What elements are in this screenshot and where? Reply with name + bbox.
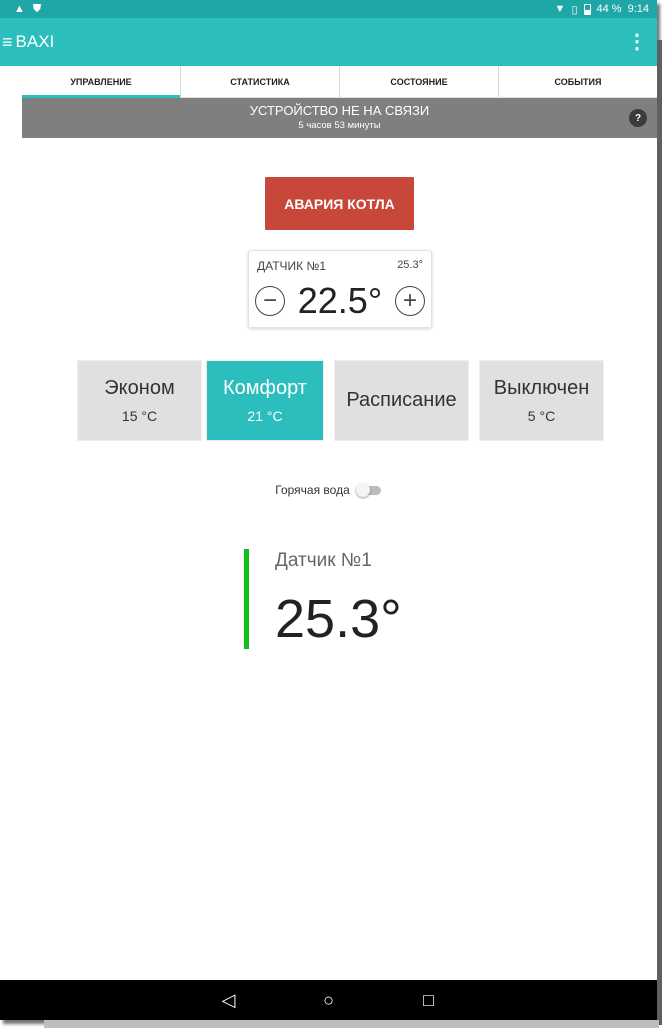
screen-shadow-right bbox=[657, 40, 662, 1025]
app-bar: ≡ BAXI ⋮ bbox=[0, 18, 657, 66]
status-bar: ▲ ⛊ ▼ ▯ 44 % 9:14 bbox=[0, 0, 657, 18]
mode-off-temp: 5 °C bbox=[527, 408, 556, 424]
app-title: BAXI bbox=[15, 32, 55, 51]
mode-comfort-button[interactable]: Комфорт 21 °C bbox=[206, 360, 324, 441]
tab-control-label: УПРАВЛЕНИЕ bbox=[70, 76, 132, 87]
status-right: ▼ ▯ 44 % 9:14 bbox=[555, 3, 649, 16]
help-icon[interactable]: ? bbox=[629, 109, 647, 127]
mode-economy-button[interactable]: Эконом 15 °C bbox=[77, 360, 202, 441]
mode-schedule-name: Расписание bbox=[346, 389, 457, 411]
recents-icon[interactable]: □ bbox=[419, 990, 439, 1011]
tab-statistics-label: СТАТИСТИКА bbox=[230, 76, 290, 87]
toggle-thumb bbox=[355, 483, 370, 497]
hot-water-toggle[interactable] bbox=[355, 483, 382, 497]
sensor-status-indicator bbox=[244, 549, 249, 649]
battery-percent: 44 % bbox=[596, 3, 622, 15]
tab-bar: УПРАВЛЕНИЕ СТАТИСТИКА СОСТОЯНИЕ СОБЫТИЯ bbox=[22, 66, 657, 98]
more-vert-icon[interactable]: ⋮ bbox=[627, 32, 647, 52]
tab-status-label: СОСТОЯНИЕ bbox=[390, 76, 448, 87]
mode-schedule-button[interactable]: Расписание bbox=[334, 360, 469, 441]
mode-comfort-temp: 21 °C bbox=[247, 408, 283, 424]
app-title-wrap: ≡ BAXI bbox=[2, 32, 54, 52]
warning-icon: ▲ bbox=[14, 3, 25, 15]
hot-water-label: Горячая вода bbox=[275, 483, 350, 497]
tab-events[interactable]: СОБЫТИЯ bbox=[499, 66, 657, 97]
tab-statistics[interactable]: СТАТИСТИКА bbox=[181, 66, 340, 97]
mode-comfort-name: Комфорт bbox=[223, 377, 307, 399]
menu-icon[interactable]: ≡ bbox=[2, 33, 13, 51]
hot-water-row: Горячая вода bbox=[0, 480, 657, 500]
mode-economy-temp: 15 °C bbox=[121, 408, 158, 424]
offline-banner: УСТРОЙСТВО НЕ НА СВЯЗИ 5 часов 53 минуты… bbox=[22, 98, 657, 138]
home-icon[interactable]: ○ bbox=[319, 990, 339, 1011]
sensor-reading-value: 25.3° bbox=[275, 589, 402, 649]
clock: 9:14 bbox=[627, 3, 649, 15]
boiler-alarm-button[interactable]: АВАРИЯ КОТЛА bbox=[265, 177, 414, 230]
tab-status[interactable]: СОСТОЯНИЕ bbox=[340, 66, 499, 97]
decrease-icon[interactable]: − bbox=[255, 286, 285, 316]
offline-title: УСТРОЙСТВО НЕ НА СВЯЗИ bbox=[249, 103, 430, 118]
increase-icon[interactable]: + bbox=[395, 286, 425, 316]
sensor-card-label: ДАТЧИК №1 bbox=[257, 259, 327, 273]
sensor-card-current-temp: 25.3° bbox=[397, 259, 423, 271]
back-icon[interactable]: ◁ bbox=[219, 990, 239, 1011]
setpoint-row: − 22.5° + bbox=[255, 279, 425, 323]
sim-icon: ▯ bbox=[571, 3, 578, 16]
wifi-icon: ▼ bbox=[554, 3, 566, 15]
system-nav-bar: ◁ ○ □ bbox=[0, 980, 657, 1020]
screen-shadow-bottom bbox=[44, 1020, 659, 1028]
app-screen: ▲ ⛊ ▼ ▯ 44 % 9:14 ≡ BAXI ⋮ УПРАВЛЕНИЕ СТ… bbox=[0, 0, 657, 1020]
mode-off-name: Выключен bbox=[493, 377, 590, 399]
mode-off-button[interactable]: Выключен 5 °C bbox=[479, 360, 604, 441]
status-left: ▲ ⛊ bbox=[14, 3, 41, 16]
shield-icon: ⛊ bbox=[32, 2, 42, 15]
sensor-reading-label: Датчик №1 bbox=[275, 550, 372, 571]
mode-economy-name: Эконом bbox=[104, 377, 175, 399]
setpoint-value: 22.5° bbox=[297, 280, 383, 321]
offline-duration: 5 часов 53 минуты bbox=[298, 120, 381, 131]
tab-control[interactable]: УПРАВЛЕНИЕ bbox=[22, 66, 181, 98]
battery-icon bbox=[583, 3, 591, 15]
tab-events-label: СОБЫТИЯ bbox=[554, 76, 602, 87]
sensor-setpoint-card: ДАТЧИК №1 25.3° − 22.5° + bbox=[248, 250, 432, 328]
